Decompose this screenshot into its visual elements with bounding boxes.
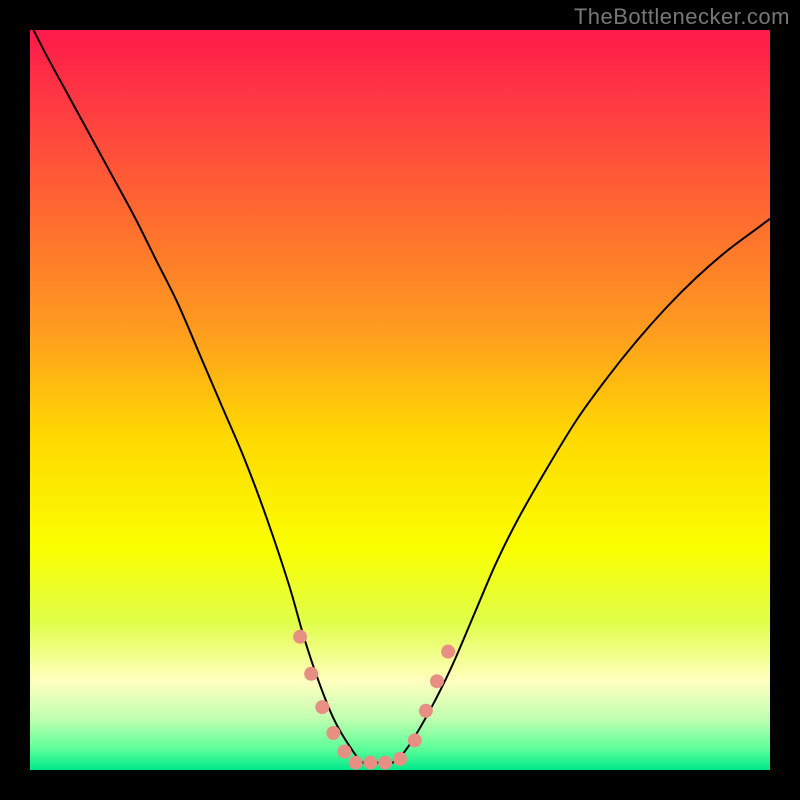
marker-point — [393, 752, 407, 766]
watermark-text: TheBottlenecker.com — [574, 4, 790, 30]
marker-point — [430, 674, 444, 688]
marker-point — [408, 733, 422, 747]
marker-point — [293, 630, 307, 644]
marker-point — [315, 700, 329, 714]
marker-point — [378, 756, 392, 770]
chart-svg — [30, 30, 770, 770]
gradient-background — [30, 30, 770, 770]
marker-point — [304, 667, 318, 681]
marker-point — [349, 756, 363, 770]
marker-point — [441, 645, 455, 659]
marker-point — [363, 756, 377, 770]
plot-area — [30, 30, 770, 770]
marker-point — [326, 726, 340, 740]
marker-point — [338, 745, 352, 759]
chart-frame: TheBottlenecker.com — [0, 0, 800, 800]
marker-point — [419, 704, 433, 718]
